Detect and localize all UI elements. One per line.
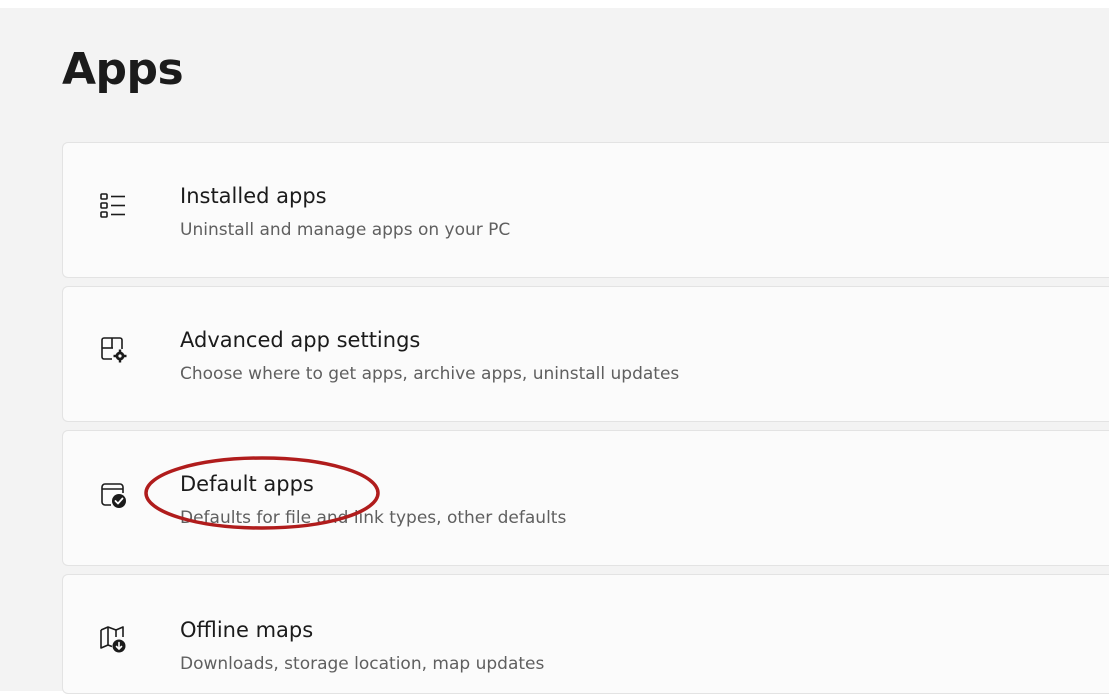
advanced-app-settings-title: Advanced app settings <box>180 328 421 352</box>
page-title: Apps <box>62 44 184 95</box>
default-apps-title: Default apps <box>180 472 314 496</box>
advanced-app-settings-subtitle: Choose where to get apps, archive apps, … <box>180 364 680 384</box>
installed-apps-title: Installed apps <box>180 184 327 208</box>
offline-maps-card[interactable]: Offline maps Downloads, storage location… <box>62 574 1109 694</box>
default-apps-subtitle: Defaults for file and link types, other … <box>180 508 567 528</box>
default-apps-card[interactable]: Default apps Defaults for file and link … <box>62 430 1109 566</box>
offline-maps-subtitle: Downloads, storage location, map updates <box>180 654 545 674</box>
installed-apps-subtitle: Uninstall and manage apps on your PC <box>180 220 511 240</box>
default-apps-icon <box>97 477 129 511</box>
app-settings-icon <box>97 333 129 367</box>
advanced-app-settings-card[interactable]: Advanced app settings Choose where to ge… <box>62 286 1109 422</box>
offline-maps-title: Offline maps <box>180 618 314 642</box>
list-icon <box>97 189 129 223</box>
offline-maps-icon <box>97 621 129 655</box>
installed-apps-card[interactable]: Installed apps Uninstall and manage apps… <box>62 142 1109 278</box>
